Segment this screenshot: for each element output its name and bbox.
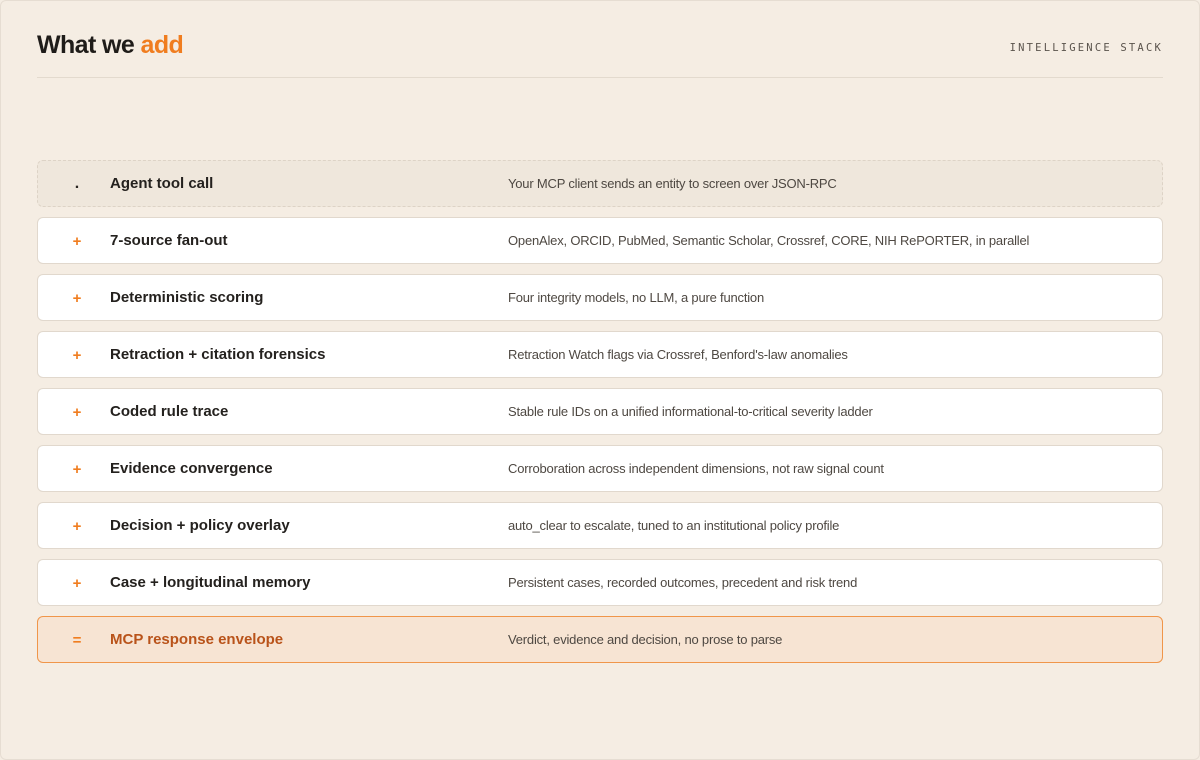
row-label: Decision + policy overlay	[110, 517, 290, 534]
section-header: What we add INTELLIGENCE STACK	[37, 30, 1163, 78]
row-label: Agent tool call	[110, 175, 214, 192]
row-description: OpenAlex, ORCID, PubMed, Semantic Schola…	[508, 233, 1030, 248]
row-label: Coded rule trace	[110, 403, 229, 420]
section-title: What we add	[37, 30, 184, 60]
intelligence-stack-list: . Agent tool call Your MCP client sends …	[37, 160, 1163, 673]
row-description: Your MCP client sends an entity to scree…	[508, 176, 837, 191]
equals-icon: =	[72, 632, 82, 649]
title-main: What we	[37, 31, 141, 59]
stack-row-response-envelope: = MCP response envelope Verdict, evidenc…	[37, 616, 1163, 663]
stack-row-deterministic-scoring: + Deterministic scoring Four integrity m…	[37, 274, 1163, 321]
row-description: Four integrity models, no LLM, a pure fu…	[508, 290, 764, 305]
plus-icon: +	[72, 233, 82, 250]
row-description: auto_clear to escalate, tuned to an inst…	[508, 518, 840, 533]
row-label: MCP response envelope	[110, 631, 284, 648]
plus-icon: +	[72, 461, 82, 478]
plus-icon: +	[72, 404, 82, 421]
title-accent: add	[140, 31, 184, 59]
stack-row-case-memory: + Case + longitudinal memory Persistent …	[37, 559, 1163, 606]
row-label: 7-source fan-out	[110, 232, 228, 249]
plus-icon: +	[72, 347, 82, 364]
dot-marker-icon: .	[74, 175, 80, 192]
stack-row-evidence-convergence: + Evidence convergence Corroboration acr…	[37, 445, 1163, 492]
stack-row-retraction-forensics: + Retraction + citation forensics Retrac…	[37, 331, 1163, 378]
plus-icon: +	[72, 518, 82, 535]
stack-row-decision-policy: + Decision + policy overlay auto_clear t…	[37, 502, 1163, 549]
stack-row-source-fan-out: + 7-source fan-out OpenAlex, ORCID, PubM…	[37, 217, 1163, 264]
row-description: Verdict, evidence and decision, no prose…	[508, 632, 783, 647]
row-label: Evidence convergence	[110, 460, 273, 477]
row-label: Retraction + citation forensics	[110, 346, 326, 363]
row-label: Deterministic scoring	[110, 289, 264, 306]
plus-icon: +	[72, 575, 82, 592]
row-description: Corroboration across independent dimensi…	[508, 461, 884, 476]
section-kicker: INTELLIGENCE STACK	[1009, 42, 1163, 54]
row-description: Persistent cases, recorded outcomes, pre…	[508, 575, 858, 590]
stack-row-agent-tool-call: . Agent tool call Your MCP client sends …	[37, 160, 1163, 207]
row-description: Retraction Watch flags via Crossref, Ben…	[508, 347, 848, 362]
row-description: Stable rule IDs on a unified information…	[508, 404, 873, 419]
row-label: Case + longitudinal memory	[110, 574, 311, 591]
plus-icon: +	[72, 290, 82, 307]
stack-row-coded-rule-trace: + Coded rule trace Stable rule IDs on a …	[37, 388, 1163, 435]
